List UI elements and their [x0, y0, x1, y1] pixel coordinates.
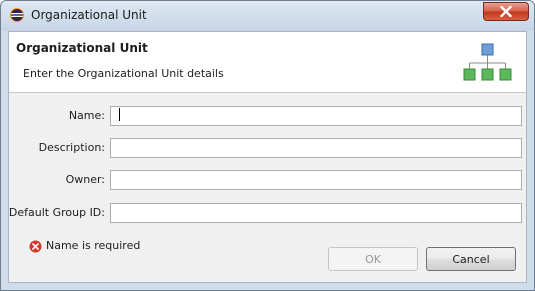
window-title: Organizational Unit	[31, 8, 147, 22]
title-bar[interactable]: Organizational Unit	[1, 1, 534, 31]
name-label: Name:	[68, 109, 105, 122]
eclipse-icon	[10, 8, 24, 22]
description-field[interactable]	[110, 138, 522, 158]
owner-field[interactable]	[110, 170, 522, 190]
default-group-id-field[interactable]	[110, 203, 522, 223]
error-message: Name is required	[46, 239, 141, 252]
ok-button-label: OK	[365, 252, 381, 266]
cancel-button[interactable]: Cancel	[426, 247, 516, 271]
dialog-window: Organizational Unit Organizational Unit …	[0, 0, 535, 291]
owner-label: Owner:	[65, 173, 105, 186]
default-group-id-label: Default Group ID:	[8, 206, 105, 219]
name-field[interactable]	[110, 106, 522, 126]
ok-button[interactable]: OK	[328, 247, 418, 271]
description-label: Description:	[38, 141, 105, 154]
banner-title: Organizational Unit	[16, 41, 148, 55]
error-icon	[29, 240, 42, 253]
header-banner: Organizational Unit Enter the Organizati…	[9, 32, 526, 93]
text-caret	[119, 108, 120, 121]
close-button[interactable]	[483, 2, 529, 21]
close-icon	[500, 6, 512, 17]
banner-message: Enter the Organizational Unit details	[23, 67, 224, 80]
org-chart-icon	[463, 43, 512, 81]
dialog-body: Organizational Unit Enter the Organizati…	[8, 31, 527, 283]
cancel-button-label: Cancel	[452, 252, 490, 266]
